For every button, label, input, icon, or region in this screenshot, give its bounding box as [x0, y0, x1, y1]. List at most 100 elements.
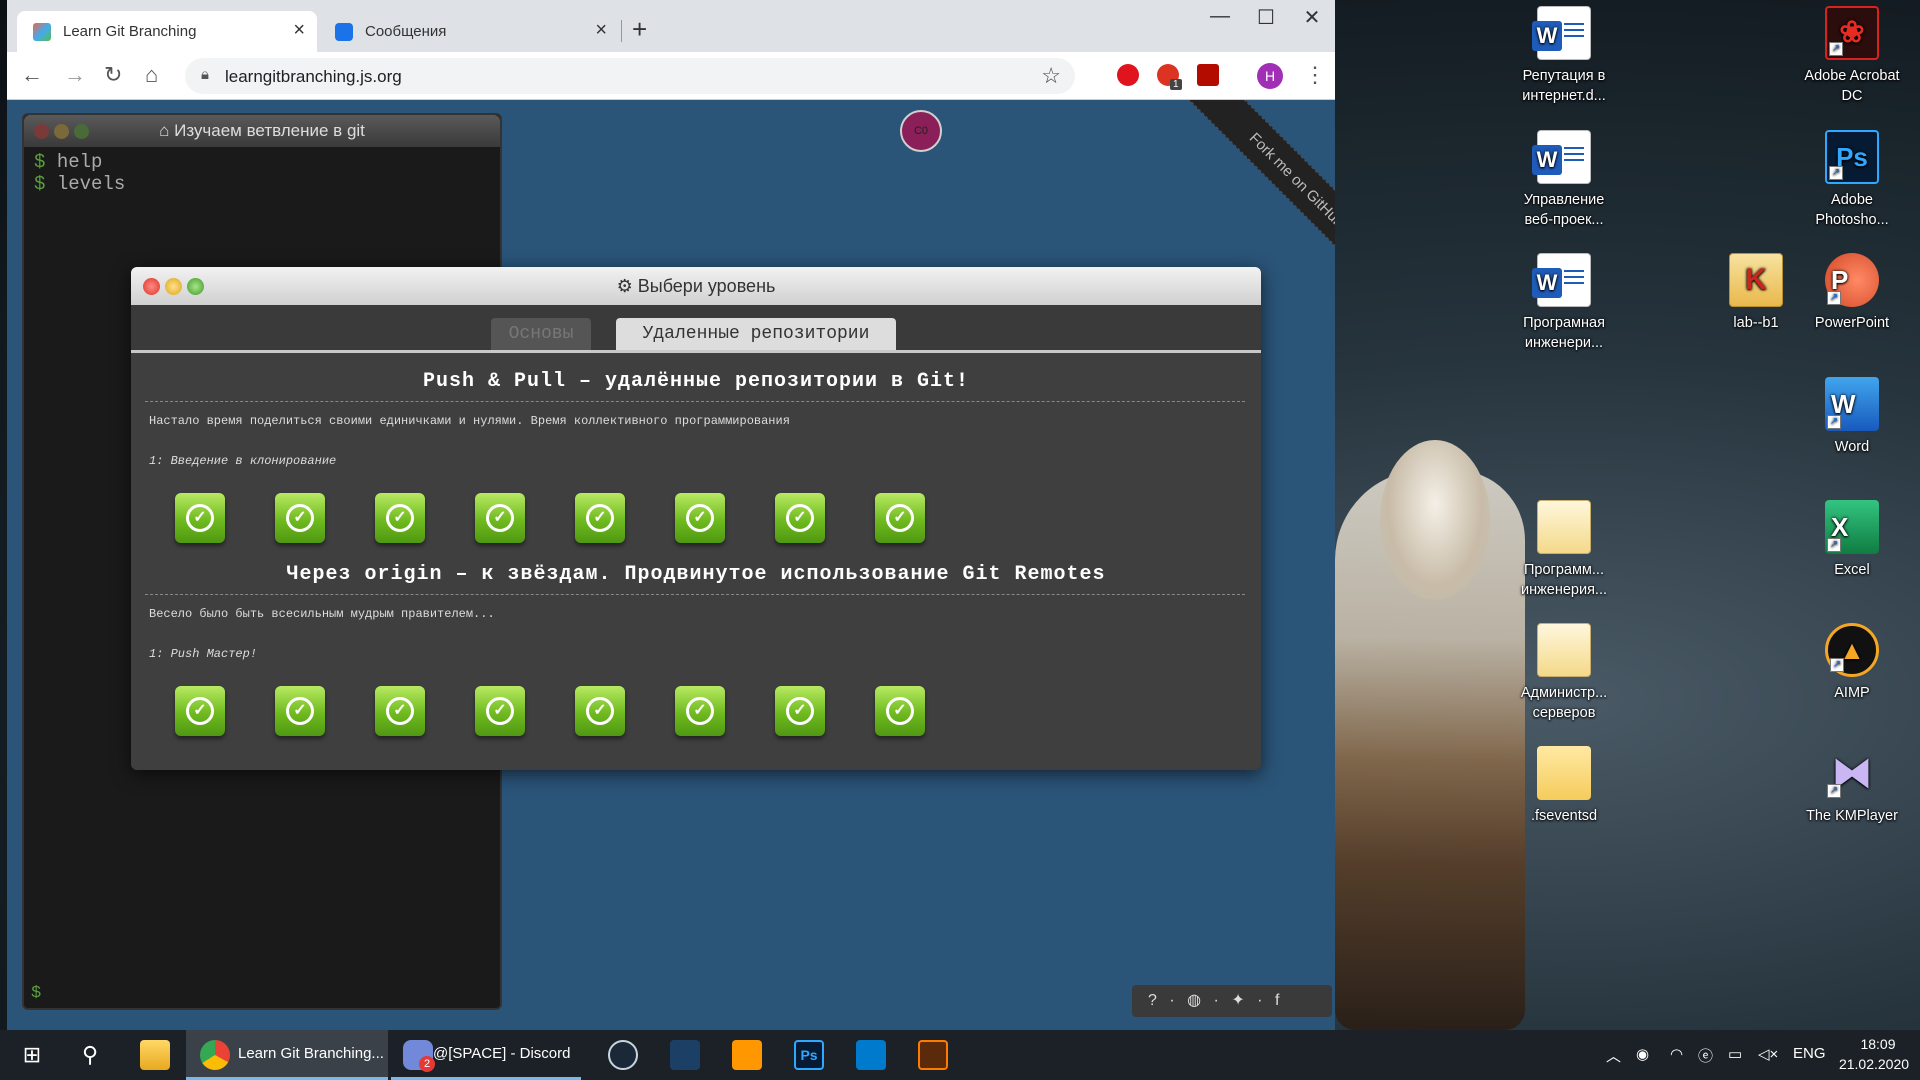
tray-discord-icon[interactable]: ◉ — [1636, 1045, 1649, 1063]
desktop-icon-servers-folder[interactable]: Администр... серверов — [1508, 623, 1620, 723]
level-completed-button[interactable]: ✓ — [575, 686, 625, 736]
level-completed-button[interactable]: ✓ — [875, 686, 925, 736]
level-completed-button[interactable]: ✓ — [675, 686, 725, 736]
modal-titlebar: ⚙ Выбери уровень — [131, 267, 1261, 305]
desktop-icon-lab-b1[interactable]: K lab--b1 — [1701, 253, 1811, 333]
taskbar-explorer[interactable] — [136, 1030, 176, 1080]
tab-messages[interactable]: Сообщения × — [319, 11, 619, 52]
battery-icon[interactable]: ▭ — [1728, 1045, 1742, 1063]
desktop-icon-fseventsd[interactable]: .fseventsd — [1508, 746, 1620, 826]
minimize-button[interactable]: — — [1197, 5, 1243, 28]
pdf-extension-icon[interactable] — [1197, 64, 1219, 86]
taskbar-item-label: @[SPACE] - Discord — [433, 1045, 571, 1062]
lock-icon[interactable]: 🔒︎ — [201, 66, 209, 83]
window-close-button[interactable]: ✕ — [1289, 5, 1335, 30]
search-icon[interactable]: ⚲ — [70, 1030, 110, 1080]
desktop-icon-photoshop[interactable]: Ps ↗ Adobe Photosho... — [1796, 130, 1908, 230]
desktop-icon-web-projects-doc[interactable]: W Управление веб-проек... — [1508, 130, 1620, 230]
modal-maximize-dot[interactable] — [187, 278, 204, 295]
back-arrow-icon[interactable]: ← — [21, 62, 43, 88]
level-completed-button[interactable]: ✓ — [375, 686, 425, 736]
level-completed-button[interactable]: ✓ — [575, 493, 625, 543]
home-icon[interactable]: ⌂ — [145, 62, 158, 88]
page-content: ⌂ Изучаем ветвление в git $ help $ level… — [7, 100, 1335, 1030]
help-icon[interactable]: ? — [1148, 992, 1161, 1009]
tray-app-icon[interactable]: ⓔ — [1698, 1045, 1713, 1066]
word-document-icon: W — [1532, 130, 1591, 184]
desktop-icon-word[interactable]: W ↗ Word — [1796, 377, 1908, 457]
profile-avatar[interactable]: H — [1257, 63, 1283, 89]
new-tab-button[interactable]: + — [632, 14, 647, 45]
level-completed-button[interactable]: ✓ — [475, 686, 525, 736]
network-icon[interactable]: ◠ — [1670, 1045, 1683, 1063]
bookmark-star-icon[interactable]: ☆ — [1041, 63, 1061, 89]
level-completed-button[interactable]: ✓ — [375, 493, 425, 543]
twitter-icon[interactable]: ✦ — [1231, 992, 1248, 1009]
desktop-icon-excel[interactable]: X ↗ Excel — [1796, 500, 1908, 580]
volume-icon[interactable]: ◁× — [1758, 1045, 1778, 1063]
taskbar-discord[interactable]: 2 @[SPACE] - Discord — [391, 1030, 581, 1080]
close-icon[interactable]: × — [293, 19, 305, 42]
level-completed-button[interactable]: ✓ — [275, 686, 325, 736]
taskbar-app[interactable] — [662, 1030, 708, 1080]
clock-time[interactable]: 18:09 — [1848, 1036, 1908, 1052]
desktop-icon-label: The KMPlayer — [1806, 808, 1898, 824]
tray-chevron-up-icon[interactable]: ︿ — [1606, 1045, 1621, 1066]
terminal-maximize-dot[interactable] — [74, 124, 89, 139]
level-completed-button[interactable]: ✓ — [175, 686, 225, 736]
globe-icon[interactable]: ◍ — [1187, 992, 1205, 1009]
level-completed-button[interactable]: ✓ — [275, 493, 325, 543]
desktop-icon-powerpoint[interactable]: P ↗ PowerPoint — [1796, 253, 1908, 333]
taskbar-vscode[interactable] — [848, 1030, 894, 1080]
maximize-button[interactable]: ☐ — [1243, 5, 1289, 30]
level-select-modal: ⚙ Выбери уровень Основы Удаленные репози… — [131, 267, 1261, 770]
address-bar[interactable]: 🔒︎ learngitbranching.js.org ☆ — [185, 58, 1075, 94]
terminal-input-prompt[interactable]: $ — [31, 984, 41, 1003]
checkmark-icon: ✓ — [586, 504, 614, 532]
modal-minimize-dot[interactable] — [165, 278, 182, 295]
desktop-icon-acrobat[interactable]: ❀ ↗ Adobe Acrobat DC — [1796, 6, 1908, 106]
taskbar-item-label: Learn Git Branching... — [238, 1045, 384, 1062]
tab-remote-repositories[interactable]: Удаленные репозитории — [616, 318, 896, 350]
desktop-icon-label: Adobe Photosho... — [1815, 192, 1889, 228]
level-completed-button[interactable]: ✓ — [775, 493, 825, 543]
desktop-icon-aimp[interactable]: ▲ ↗ AIMP — [1796, 623, 1908, 703]
level-completed-button[interactable]: ✓ — [175, 493, 225, 543]
terminal-minimize-dot[interactable] — [54, 124, 69, 139]
commit-node[interactable]: C0 — [900, 110, 942, 152]
desktop-icon-software-eng-folder[interactable]: Программ... инженерия... — [1508, 500, 1620, 600]
level-completed-button[interactable]: ✓ — [775, 686, 825, 736]
adblock-extension-icon[interactable] — [1117, 64, 1139, 86]
taskbar-app[interactable] — [910, 1030, 956, 1080]
desktop-icon-label: Репутация в интернет.d... — [1522, 68, 1606, 104]
taskbar-steam[interactable] — [600, 1030, 646, 1080]
tab-basics[interactable]: Основы — [491, 318, 591, 350]
reload-icon[interactable]: ↻ — [104, 62, 122, 88]
desktop-icon-reputation-doc[interactable]: W Репутация в интернет.d... — [1508, 6, 1620, 106]
menu-dots-icon[interactable]: ⋮ — [1304, 62, 1326, 88]
forward-arrow-icon[interactable]: → — [64, 62, 86, 88]
word-icon: W ↗ — [1825, 377, 1879, 431]
level-completed-button[interactable]: ✓ — [475, 493, 525, 543]
taskbar-chrome[interactable]: Learn Git Branching... — [186, 1030, 388, 1080]
section-divider — [145, 401, 1245, 402]
start-windows-icon[interactable]: ⊞ — [12, 1030, 52, 1080]
browser-window: Learn Git Branching × Сообщения × + — ☐ … — [7, 0, 1335, 1030]
desktop-icon-software-eng-doc[interactable]: W Програмная инженери... — [1508, 253, 1620, 353]
desktop-icon-kmplayer[interactable]: ⧓ ↗ The KMPlayer — [1796, 746, 1908, 826]
level-completed-button[interactable]: ✓ — [875, 493, 925, 543]
tab-learn-git-branching[interactable]: Learn Git Branching × — [17, 11, 317, 52]
modal-close-dot[interactable] — [143, 278, 160, 295]
clock-date[interactable]: 21.02.2020 — [1834, 1056, 1914, 1072]
close-icon[interactable]: × — [595, 19, 607, 42]
taskbar-sublime[interactable] — [724, 1030, 770, 1080]
terminal-close-dot[interactable] — [34, 124, 49, 139]
section-title: Через origin – к звёздам. Продвинутое ис… — [286, 563, 1106, 586]
folder-icon — [1537, 500, 1591, 554]
taskbar-photoshop[interactable]: Ps — [786, 1030, 832, 1080]
language-indicator[interactable]: ENG — [1793, 1045, 1826, 1062]
facebook-icon[interactable]: f — [1275, 992, 1283, 1009]
word-document-icon: W — [1532, 6, 1591, 60]
desktop-icon-label: Програмная инженери... — [1523, 315, 1605, 351]
level-completed-button[interactable]: ✓ — [675, 493, 725, 543]
